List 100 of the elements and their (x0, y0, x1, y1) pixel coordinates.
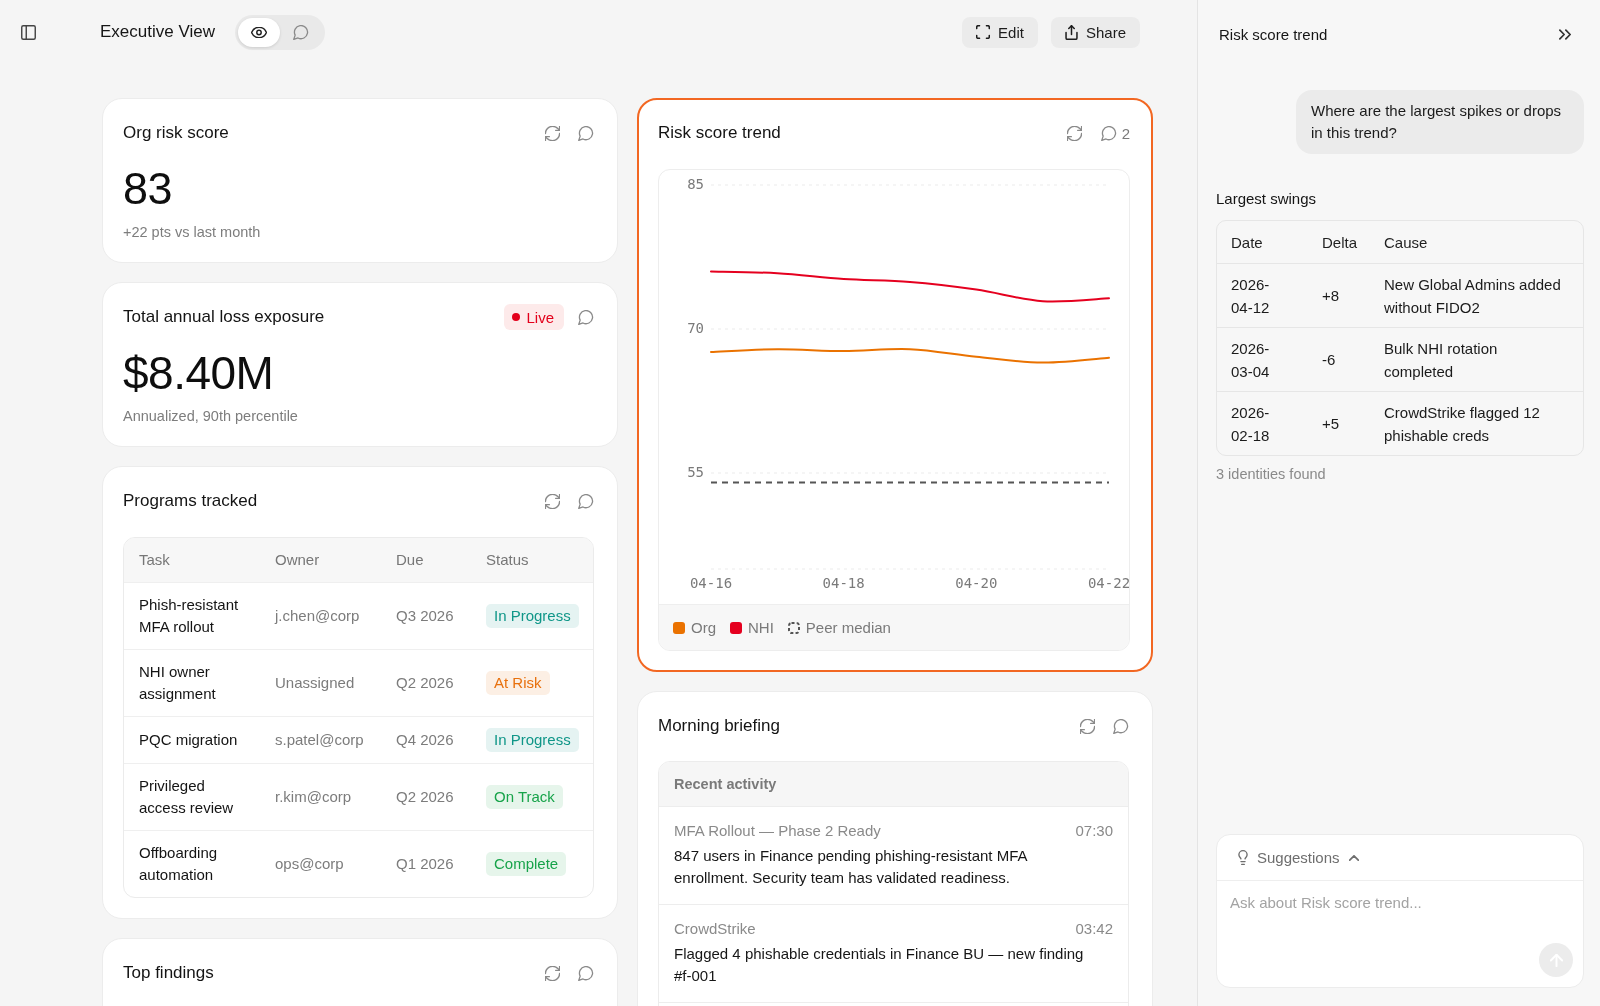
comment-icon (578, 309, 594, 325)
activity-source: MFA Rollout — Phase 2 Ready (674, 821, 881, 841)
column-header: Task (138, 550, 171, 570)
section-header: Recent activity (659, 762, 1128, 806)
comment-icon (578, 965, 594, 981)
status-badge: In Progress (486, 728, 579, 752)
table-cell-text: j.chen@corp (275, 606, 361, 626)
table-cell-text: s.patel@corp (275, 730, 365, 750)
refresh-icon (544, 125, 560, 141)
comment-icon (292, 24, 309, 40)
comment-button[interactable] (1113, 716, 1129, 736)
activity-time: 07:30 (1075, 821, 1113, 841)
column-header: Delta (1322, 232, 1359, 253)
table-cell-text: CrowdStrike flagged 12 phishable creds (1384, 402, 1541, 446)
chat-composer[interactable]: Suggestions Ask about Risk score trend... (1216, 834, 1584, 988)
status-badge: At Risk (486, 671, 550, 695)
view-toggle[interactable] (234, 14, 325, 50)
comment-icon (578, 493, 594, 509)
legend-label: NHI (748, 619, 774, 636)
comment-icon (578, 125, 594, 141)
column-header: Owner (275, 550, 321, 570)
sidebar-toggle-button[interactable] (21, 24, 36, 40)
table-cell-text: +5 (1322, 414, 1341, 434)
activity-text: 847 users in Finance pending phishing-resistant MFA enrollment. Security team has validated readiness. (674, 846, 1029, 888)
table-cell-text: PQC migration (138, 730, 239, 750)
answer-heading: Largest swings (1216, 189, 1318, 209)
chat-input[interactable]: Ask about Risk score trend... (1217, 881, 1583, 987)
table-cell-text: New Global Admins added without FIDO2 (1384, 274, 1562, 318)
x-tick-label: 04-22 (1087, 575, 1129, 591)
table-cell-text: ops@corp (275, 854, 345, 874)
metric-note: +22 pts vs last month (123, 223, 262, 242)
metric-note: Annualized, 90th percentile (123, 407, 299, 426)
table-cell-text: Q4 2026 (396, 730, 455, 750)
table-cell-text: Q1 2026 (396, 854, 455, 874)
live-label: Live (526, 308, 554, 326)
user-message: Where are the largest spikes or drops in this trend? (1296, 90, 1584, 154)
table-cell-text: Offboarding automation (138, 843, 219, 885)
x-tick-label: 04-20 (955, 575, 998, 591)
refresh-button[interactable] (1079, 716, 1095, 736)
table-cell-text: Q2 2026 (396, 673, 455, 693)
column-header: Cause (1384, 232, 1429, 253)
table-cell-text: Phish-resistant MFA rollout (138, 595, 240, 637)
column-header: Status (486, 550, 530, 570)
refresh-button[interactable] (1066, 123, 1083, 143)
result-count: 3 identities found (1216, 465, 1327, 484)
comment-icon (1113, 718, 1129, 734)
page-title: Executive View (100, 21, 215, 43)
table-cell-text: Bulk NHI rotation completed (1384, 338, 1499, 382)
card-title: Total annual loss exposure (123, 306, 326, 328)
share-icon (1064, 24, 1078, 40)
comment-button[interactable] (578, 123, 594, 143)
comment-button[interactable]: 2 (1100, 123, 1130, 143)
table-cell-text: Unassigned (275, 673, 356, 693)
table-cell-text: Q3 2026 (396, 606, 455, 626)
y-tick-label: 70 (687, 320, 704, 336)
status-badge: Complete (486, 852, 567, 876)
column-header: Due (396, 550, 425, 570)
collapse-button[interactable] (1559, 28, 1571, 40)
table-cell-text: 2026-02-18 (1231, 402, 1271, 446)
refresh-icon (544, 965, 560, 981)
activity-source: CrowdStrike (674, 919, 756, 939)
card-title: Morning briefing (658, 715, 781, 737)
legend-label: Org (691, 619, 716, 636)
panel-title: Risk score trend (1219, 25, 1328, 43)
double-chevron-icon (1559, 28, 1571, 40)
table-cell-text: 2026-03-04 (1231, 338, 1271, 382)
table-cell-text: r.kim@corp (275, 787, 353, 807)
table-cell-text: -6 (1322, 350, 1337, 370)
card-title: Org risk score (123, 122, 230, 144)
lightbulb-icon (1238, 850, 1248, 865)
refresh-icon (1079, 718, 1095, 734)
card-title: Programs tracked (123, 490, 259, 512)
column-header: Date (1230, 232, 1264, 253)
refresh-button[interactable] (544, 491, 560, 511)
x-tick-label: 04-16 (689, 575, 733, 591)
table-cell-text: Privileged access review (138, 776, 235, 818)
eye-icon (250, 26, 267, 38)
suggestions-toggle[interactable]: Suggestions (1217, 835, 1583, 881)
status-badge: On Track (486, 785, 563, 809)
table-cell-text: 2026-04-12 (1231, 274, 1271, 318)
refresh-icon (544, 493, 560, 509)
activity-time: 03:42 (1075, 919, 1113, 939)
table-cell-text: +8 (1322, 286, 1341, 306)
table-cell-text: Q2 2026 (396, 787, 455, 807)
view-mode-button[interactable] (237, 17, 280, 47)
share-button[interactable]: Share (1050, 16, 1140, 48)
comment-button[interactable] (578, 491, 594, 511)
metric-value: $8.40M (123, 346, 275, 400)
y-tick-label: 55 (687, 464, 704, 480)
card-title: Top findings (123, 962, 215, 984)
refresh-button[interactable] (544, 123, 560, 143)
status-dot-icon (512, 313, 521, 321)
x-tick-label: 04-18 (822, 575, 865, 591)
status-badge: In Progress (486, 604, 579, 628)
refresh-button[interactable] (544, 963, 560, 983)
edit-button[interactable]: Edit (962, 16, 1038, 48)
comment-button[interactable] (578, 307, 594, 327)
expand-icon (976, 25, 991, 39)
refresh-icon (1067, 125, 1083, 141)
comment-button[interactable] (578, 963, 594, 983)
